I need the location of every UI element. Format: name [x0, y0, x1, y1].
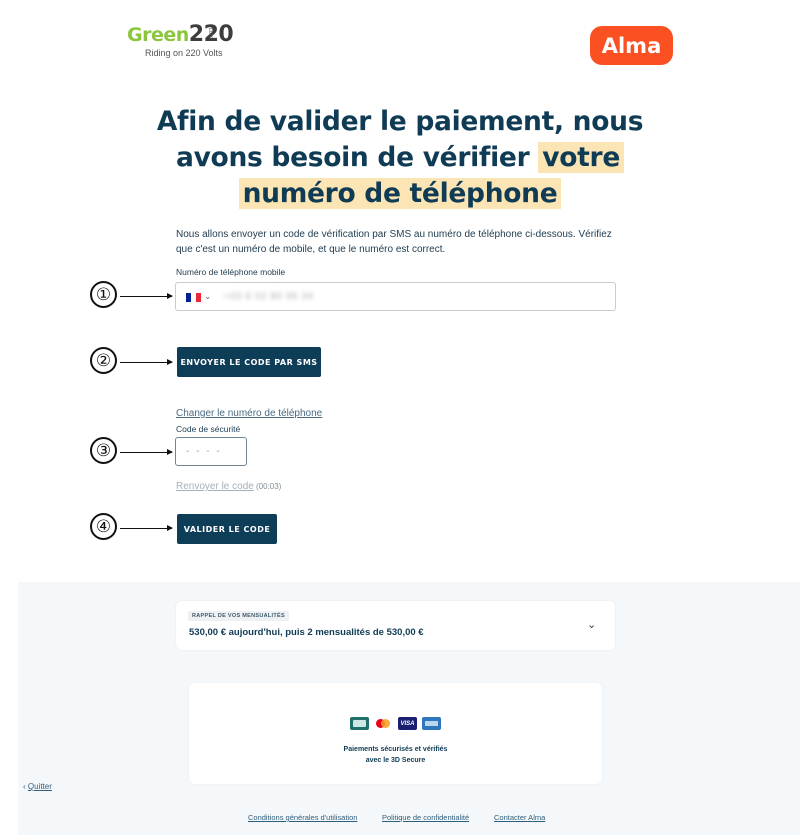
annotation-arrow-2: [120, 359, 173, 365]
france-flag-icon[interactable]: [186, 293, 201, 302]
title-highlight-2: numéro de téléphone: [238, 178, 562, 209]
title-line2: avons besoin de vérifier: [176, 142, 530, 173]
validate-code-button[interactable]: VALIDER LE CODE: [177, 514, 277, 544]
annotation-2: ②: [90, 347, 117, 374]
contact-link[interactable]: Contacter Alma: [494, 813, 545, 822]
chevron-left-icon[interactable]: ‹: [23, 782, 26, 791]
secure-line1: Paiements sécurisés et vérifiés: [343, 746, 448, 753]
amex-card-icon: [422, 717, 441, 730]
quit-link[interactable]: ‹ Quitter: [23, 782, 52, 791]
secure-line2: avec le 3D Secure: [365, 757, 426, 764]
code-label: Code de sécurité: [176, 424, 241, 434]
installments-reminder[interactable]: RAPPEL DE VOS MENSUALITÉS 530,00 € aujou…: [176, 601, 615, 650]
intro-text: Nous allons envoyer un code de vérificat…: [176, 229, 612, 255]
logo-prefix: Green: [127, 24, 189, 46]
title-line1: Afin de valider le paiement, nous: [156, 106, 644, 137]
reminder-text: 530,00 € aujourd'hui, puis 2 mensualités…: [189, 627, 424, 638]
privacy-link[interactable]: Politique de confidentialité: [382, 813, 469, 822]
send-sms-button[interactable]: ENVOYER LE CODE PAR SMS: [177, 347, 321, 377]
quit-label[interactable]: Quitter: [28, 782, 52, 791]
code-placeholder[interactable]: - - - -: [186, 446, 222, 457]
annotation-4: ④: [90, 513, 117, 540]
secure-payment-card: VISA Paiements sécurisés et vérifiés ave…: [189, 683, 602, 784]
resend-code-link[interactable]: Renvoyer le code: [176, 481, 254, 492]
title-highlight-1: votre: [538, 142, 624, 173]
visa-card-icon: VISA: [398, 717, 417, 730]
secure-text: Paiements sécurisés et vérifiés avec le …: [189, 744, 602, 766]
phone-input[interactable]: ⌄ +33 6 02 80 95 34: [175, 282, 616, 311]
change-phone-link[interactable]: Changer le numéro de téléphone: [176, 408, 322, 419]
annotation-1: ①: [90, 281, 117, 308]
page-title: Afin de valider le paiement, nous avons …: [140, 104, 660, 212]
alma-logo: Alma: [590, 26, 673, 65]
annotation-arrow-3: [120, 449, 173, 455]
reminder-badge: RAPPEL DE VOS MENSUALITÉS: [188, 611, 289, 621]
logo-domain: .com: [207, 26, 213, 40]
logo-tagline: Riding on 220 Volts: [145, 48, 223, 58]
phone-value[interactable]: +33 6 02 80 95 34: [224, 291, 314, 301]
annotation-arrow-4: [120, 525, 173, 531]
terms-link[interactable]: Conditions générales d'utilisation: [248, 813, 357, 822]
side-panel: [0, 582, 18, 835]
resend-timer: (00:03): [256, 482, 282, 491]
merchant-logo: Green220 .com Riding on 220 Volts: [127, 22, 234, 62]
phone-label: Numéro de téléphone mobile: [176, 267, 286, 277]
security-code-input[interactable]: - - - -: [175, 437, 247, 466]
cb-card-icon: [350, 717, 369, 730]
mastercard-icon: [374, 717, 393, 730]
annotation-3: ③: [90, 437, 117, 464]
chevron-down-icon[interactable]: ⌄: [587, 618, 596, 631]
annotation-arrow-1: [120, 293, 173, 299]
chevron-down-icon[interactable]: ⌄: [204, 291, 212, 302]
payment-card-logos: VISA: [350, 717, 442, 731]
